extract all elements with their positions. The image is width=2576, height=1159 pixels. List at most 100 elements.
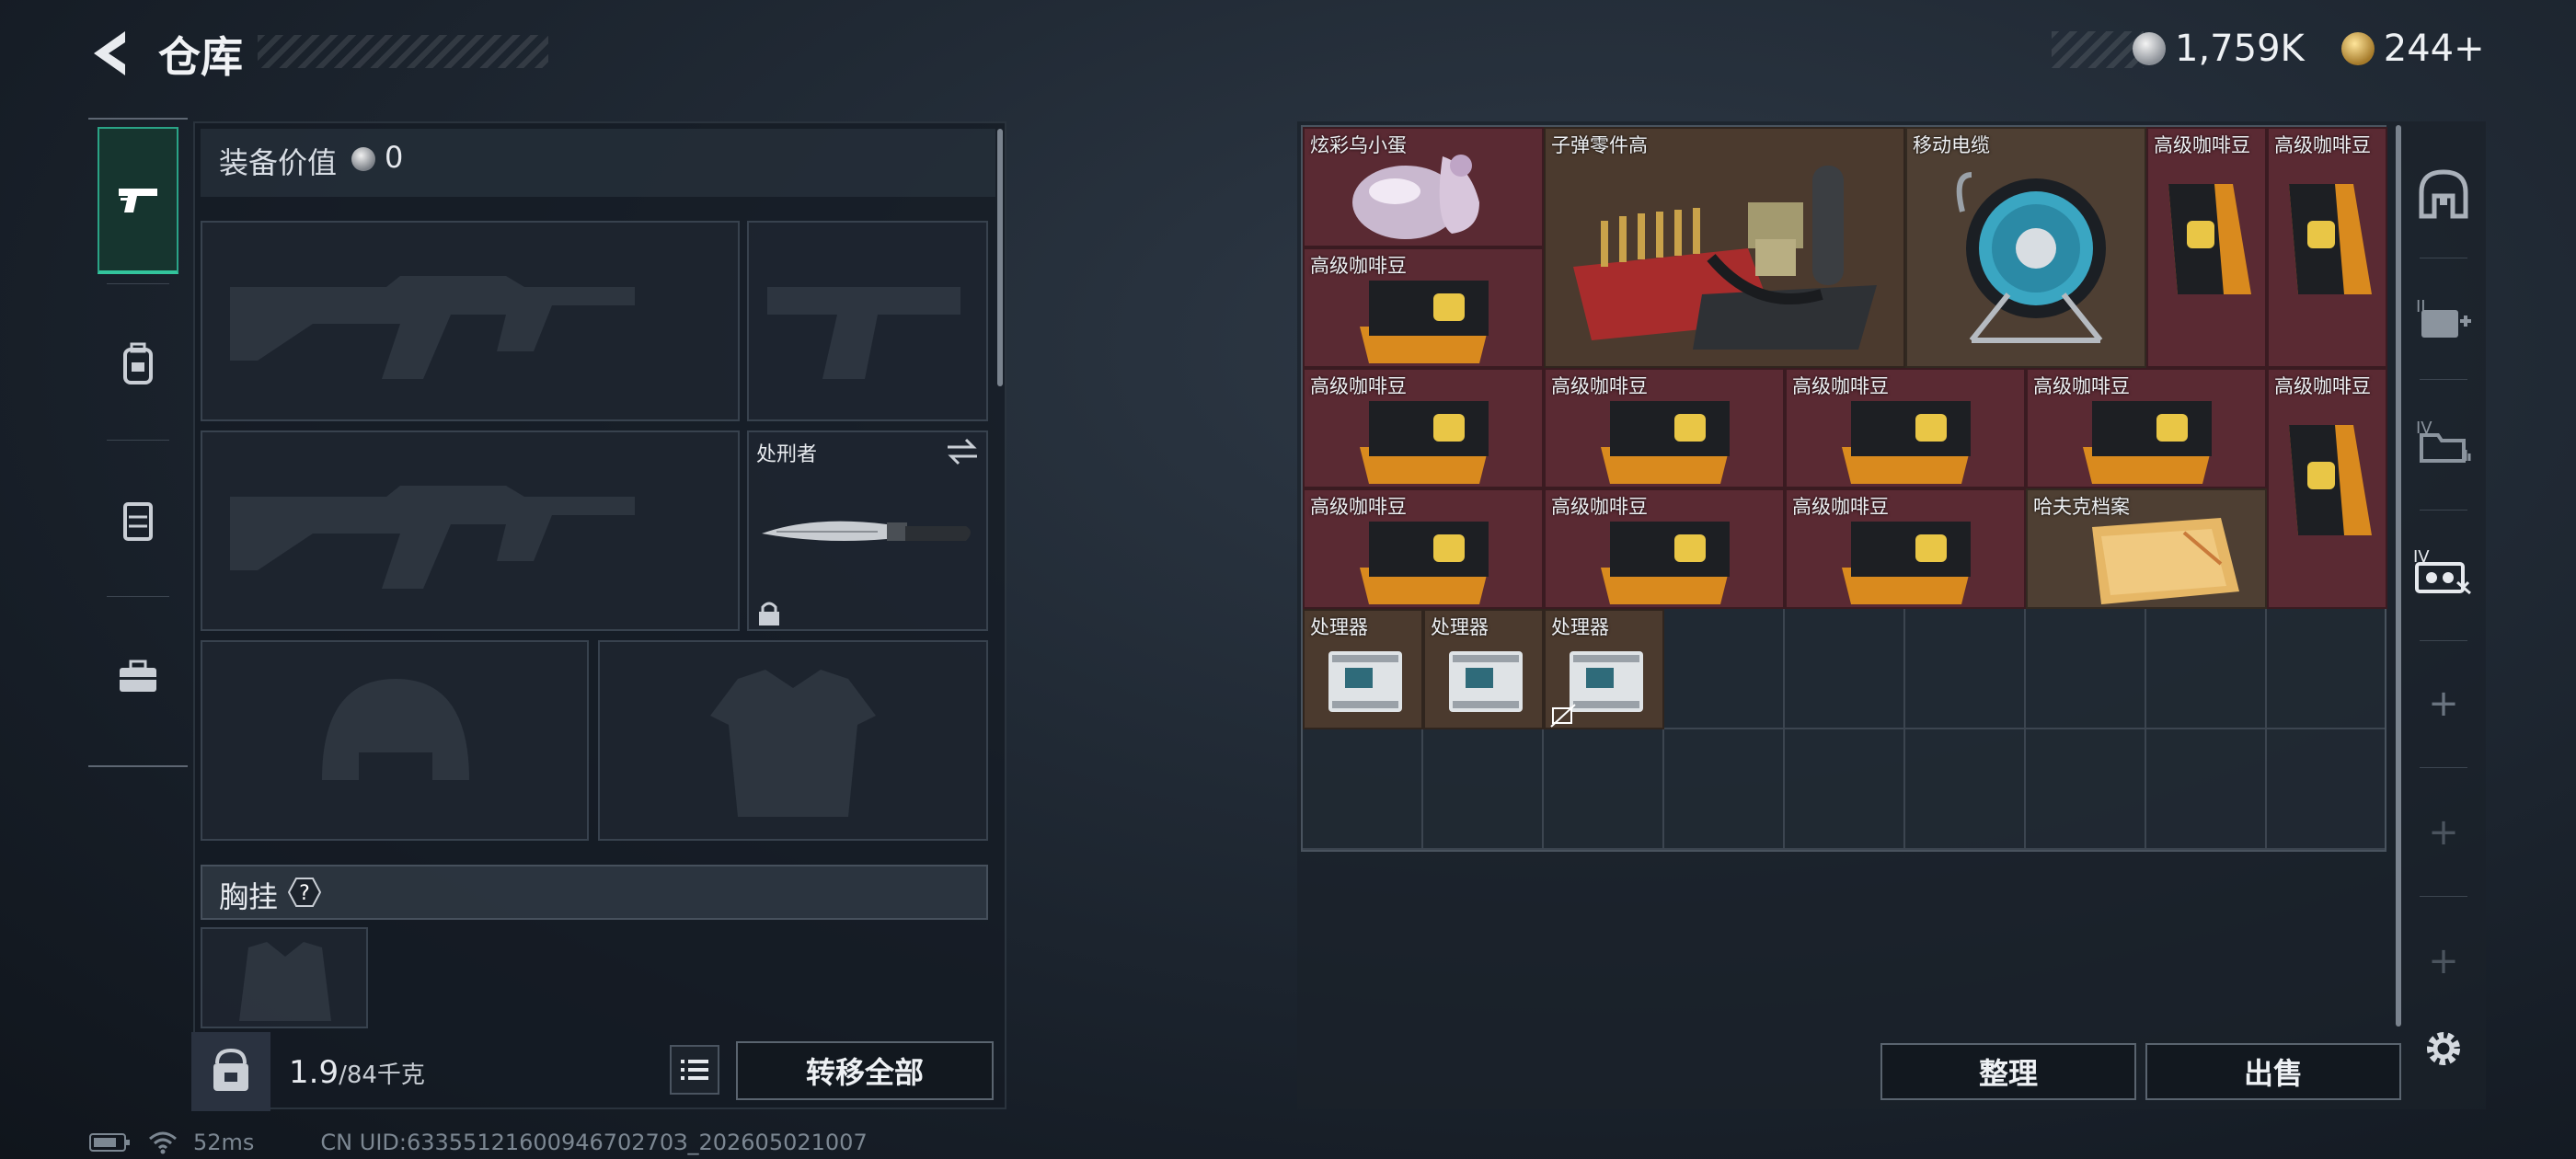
- title-stripe-decoration: [258, 35, 548, 68]
- processor-image: [1449, 651, 1523, 712]
- stash-item[interactable]: 高级咖啡豆: [1544, 488, 1785, 609]
- primary-weapon-slot[interactable]: [201, 221, 740, 421]
- item-name: 处理器: [1310, 616, 1368, 638]
- no-transfer-icon: [1550, 704, 1576, 728]
- weight-max: /84千克: [339, 1061, 425, 1089]
- settings-button[interactable]: [2403, 988, 2484, 1109]
- combat-knife-image: [762, 521, 971, 541]
- stash-item[interactable]: 处理器: [1544, 609, 1664, 729]
- sidearm-slot[interactable]: [747, 221, 988, 421]
- equipment-value: 0: [385, 140, 404, 175]
- ping-readout: 52ms: [193, 1130, 255, 1155]
- rifle-silhouette-icon: [230, 276, 635, 379]
- status-bar: 52ms CN UID:6335512160094670270З_2026050…: [88, 1130, 868, 1155]
- coffee-bag-image: [2289, 184, 2372, 294]
- sell-button[interactable]: 出售: [2145, 1043, 2401, 1100]
- list-view-button[interactable]: [670, 1045, 719, 1095]
- item-name: 处理器: [1551, 616, 1609, 638]
- helmet-slot[interactable]: [201, 640, 589, 841]
- equipment-value-label: 装备价值: [219, 145, 338, 180]
- stash-item[interactable]: 高级咖啡豆: [1303, 247, 1544, 368]
- currency-bar: 1,759K 244+: [2133, 28, 2485, 70]
- weight-current: 1.9: [289, 1054, 339, 1091]
- rail-tab-weapons[interactable]: [98, 127, 178, 274]
- stash-item[interactable]: 高级咖啡豆: [2026, 368, 2267, 488]
- stash-item[interactable]: 高级咖啡豆: [1785, 368, 2026, 488]
- stash-item[interactable]: 高级咖啡豆: [1544, 368, 1785, 488]
- sort-button[interactable]: 整理: [1880, 1043, 2136, 1100]
- equipment-scrollbar[interactable]: [997, 129, 1003, 386]
- cable-reel-image: [1956, 172, 2106, 343]
- weight-readout: 1.9/84千克: [289, 1054, 425, 1091]
- pistol-silhouette-icon: [767, 287, 960, 379]
- gold-currency-value[interactable]: 244+: [2384, 28, 2485, 70]
- rail-tab-vest[interactable]: [98, 447, 178, 594]
- silver-coin-icon: [351, 147, 375, 171]
- back-arrow-icon[interactable]: [85, 26, 140, 81]
- rail-tab-toolbox[interactable]: [98, 603, 178, 751]
- coffee-bag-image: [2289, 425, 2372, 535]
- toolbox-icon: [120, 660, 156, 692]
- add-stash-tab-button[interactable]: +: [2403, 644, 2484, 763]
- secondary-weapon-slot[interactable]: [201, 430, 740, 631]
- player-uid: CN UID:6335512160094670270З_202605021007: [320, 1130, 868, 1155]
- coffee-bag-image: [1360, 401, 1489, 484]
- stash-item[interactable]: 高级咖啡豆: [1785, 488, 2026, 609]
- chest-rig-silhouette-icon: [239, 942, 331, 1021]
- stash-item[interactable]: 移动电缆: [1905, 127, 2146, 368]
- item-name: 处理器: [1431, 616, 1489, 638]
- collectible-egg-image: [1352, 155, 1479, 239]
- stash-item[interactable]: 炫彩乌小蛋: [1303, 127, 1544, 247]
- cassette-tier-icon: IV: [2413, 547, 2471, 595]
- wifi-icon: [149, 1131, 177, 1154]
- melee-slot[interactable]: 处刑者: [747, 430, 988, 631]
- coffee-bag-image: [1601, 401, 1730, 484]
- bag-weight-icon-box: [191, 1032, 270, 1111]
- coffee-bag-image: [1842, 522, 1971, 604]
- silver-currency-value: 1,759K: [2175, 28, 2305, 70]
- stash-tab-2[interactable]: II: [2403, 258, 2484, 377]
- lock-icon: [759, 602, 779, 625]
- backpack-icon: [123, 342, 153, 384]
- swap-arrows-icon[interactable]: [944, 436, 981, 467]
- item-name: 高级咖啡豆: [2154, 134, 2250, 156]
- stash-tab-main[interactable]: [2403, 134, 2484, 254]
- coffee-bag-image: [1360, 522, 1489, 604]
- item-name: 高级咖啡豆: [2274, 375, 2371, 397]
- chest-rig-slot[interactable]: [201, 927, 368, 1028]
- stash-item[interactable]: 高级咖啡豆: [2146, 127, 2267, 368]
- rail-tab-backpack[interactable]: [98, 291, 178, 438]
- body-armor-slot[interactable]: [598, 640, 988, 841]
- folder-tier-icon: IV: [2416, 419, 2471, 463]
- processor-image: [1328, 651, 1402, 712]
- list-icon: [681, 1060, 708, 1080]
- vest-icon: [123, 502, 153, 541]
- add-tab-icon: +: [2428, 811, 2459, 854]
- coffee-bag-image: [1842, 401, 1971, 484]
- stash-scrollbar[interactable]: [2396, 125, 2401, 1027]
- item-name: 高级咖啡豆: [2274, 134, 2371, 156]
- coffee-bag-image: [2168, 184, 2251, 294]
- stash-item[interactable]: 处理器: [1303, 609, 1423, 729]
- add-tab-icon: +: [2428, 940, 2459, 982]
- stash-item[interactable]: 子弹零件高: [1544, 127, 1905, 368]
- stash-item[interactable]: 高级咖啡豆: [1303, 368, 1544, 488]
- stash-item[interactable]: 高级咖啡豆: [1303, 488, 1544, 609]
- stash-item[interactable]: 哈夫克档案: [2026, 488, 2267, 609]
- transfer-all-button[interactable]: 转移全部: [736, 1041, 994, 1100]
- stash-tab-4[interactable]: IV: [2403, 511, 2484, 631]
- helmet-silhouette-icon: [322, 679, 469, 780]
- add-tab-icon: +: [2428, 683, 2459, 725]
- page-title: 仓库: [158, 32, 243, 82]
- stash-item[interactable]: 高级咖啡豆: [2267, 127, 2387, 368]
- stash-tab-3[interactable]: IV: [2403, 381, 2484, 500]
- stash-item[interactable]: 处理器: [1423, 609, 1544, 729]
- pistol-icon: [119, 189, 157, 212]
- stash-item[interactable]: 高级咖啡豆: [2267, 368, 2387, 609]
- add-stash-tab-button[interactable]: +: [2403, 773, 2484, 892]
- weight-bag-icon: [213, 1048, 248, 1091]
- battery-icon: [89, 1133, 130, 1152]
- help-question-icon[interactable]: ?: [285, 876, 324, 909]
- settings-gear-icon: [2427, 1032, 2460, 1065]
- category-rail: [88, 118, 188, 767]
